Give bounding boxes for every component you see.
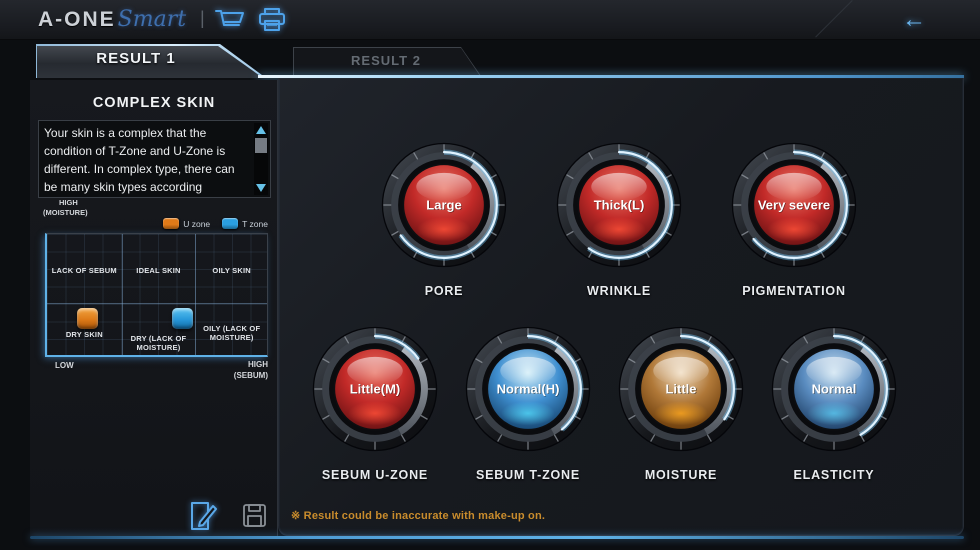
gauge-dial-pore[interactable]: LargeLarge — [379, 140, 509, 275]
description-scrollbar[interactable] — [254, 123, 268, 195]
bottom-accent-line — [30, 536, 964, 539]
chart-cell-label: IDEAL SKIN — [122, 266, 196, 275]
logo-text-script: Smart — [118, 7, 186, 32]
cart-icon[interactable] — [214, 7, 246, 33]
scrollbar-thumb[interactable] — [255, 138, 267, 153]
gauge-label-wrinkle: WRINKLE — [587, 284, 651, 298]
gauge-dial-elasticity[interactable]: NormalNormal — [769, 324, 899, 459]
makeup-disclaimer: ※ Result could be inaccurate with make-u… — [291, 509, 545, 522]
gauge-label-sebum-t-zone: SEBUM T-ZONE — [476, 468, 580, 482]
chart-cell-label: LACK OF SEBUM — [47, 266, 122, 275]
gauge-sebum-t-zone: Normal(H)Normal(H) SEBUM T-ZONE — [463, 324, 593, 482]
gauge-sebum-u-zone: Little(M)Little(M) SEBUM U-ZONE — [310, 324, 440, 482]
chart-legend: U zone T zone — [30, 218, 268, 229]
gauge-label-moisture: MOISTURE — [645, 468, 717, 482]
gauge-label-elasticity: ELASTICITY — [794, 468, 875, 482]
legend-label: T zone — [242, 219, 268, 229]
tab-result-2-label[interactable]: RESULT 2 — [293, 53, 479, 68]
gauge-label-pore: PORE — [425, 284, 464, 298]
gauge-dial-sebum-t-zone[interactable]: Normal(H)Normal(H) — [463, 324, 593, 459]
printer-icon[interactable] — [256, 7, 288, 33]
logo-text-primary: A-ONE — [38, 8, 116, 32]
gauge-dial-moisture[interactable]: LittleLittle — [616, 324, 746, 459]
y-axis-label: HIGH (MOISTURE) — [43, 198, 88, 218]
gauge-wrinkle: Thick(L)Thick(L) WRINKLE — [554, 140, 684, 298]
edit-note-icon[interactable] — [188, 500, 218, 532]
app-logo: A-ONE Smart — [38, 7, 186, 32]
svg-text:Little(M): Little(M) — [350, 381, 401, 396]
chart-cell-label: DRY (LACK OF MOISTURE) — [122, 334, 196, 352]
gauge-label-sebum-u-zone: SEBUM U-ZONE — [322, 468, 428, 482]
gauge-results-panel: LargeLarge PORE Thick(L)Thick(L) WRINKLE Ver… — [278, 78, 964, 536]
save-icon[interactable] — [242, 503, 267, 528]
scroll-up-icon[interactable] — [255, 124, 267, 136]
y-axis-high: HIGH — [43, 198, 88, 208]
svg-text:Thick(L): Thick(L) — [594, 197, 645, 212]
gauge-pore: LargeLarge PORE — [379, 140, 509, 298]
u-zone-marker — [77, 308, 98, 329]
grid-divider — [47, 303, 267, 304]
y-axis-unit: (MOISTURE) — [43, 208, 88, 218]
left-panel-toolbar — [30, 500, 278, 536]
x-axis-low: LOW — [55, 361, 74, 370]
svg-text:Normal(H): Normal(H) — [497, 381, 560, 396]
skin-type-chart: LACK OF SEBUMIDEAL SKINOILY SKIN DRY SKIN… — [45, 233, 268, 357]
legend-swatch-icon — [163, 218, 179, 229]
gauge-label-pigmentation: PIGMENTATION — [742, 284, 846, 298]
result-summary-panel: COMPLEX SKIN Your skin is a complex that… — [30, 80, 278, 536]
svg-text:Little: Little — [665, 381, 696, 396]
legend-item-t-zone: T zone — [222, 218, 268, 229]
gauge-elasticity: NormalNormal ELASTICITY — [769, 324, 899, 482]
gauge-row-bottom: Little(M)Little(M)SEBUM U-ZONENormal(H)N… — [279, 324, 899, 482]
legend-label: U zone — [183, 219, 210, 229]
gauge-pigmentation: Very severeVery severe PIGMENTATION — [729, 140, 859, 298]
gauge-dial-wrinkle[interactable]: Thick(L)Thick(L) — [554, 140, 684, 275]
chart-cell-label: OILY (LACK OF MOISTURE) — [195, 324, 268, 342]
legend-item-u-zone: U zone — [163, 218, 210, 229]
header-diagonal-decoration — [815, 0, 852, 37]
tab-result-1-label[interactable]: RESULT 1 — [36, 50, 236, 67]
skin-description-box[interactable]: Your skin is a complex that the conditio… — [38, 120, 271, 198]
x-axis-high: HIGH(SEBUM) — [198, 359, 268, 381]
scroll-down-icon[interactable] — [255, 182, 267, 194]
legend-swatch-icon — [222, 218, 238, 229]
svg-text:Large: Large — [426, 197, 461, 212]
t-zone-marker — [172, 308, 193, 329]
back-arrow-icon[interactable]: ← — [902, 6, 926, 34]
top-bar: A-ONE Smart | ← — [0, 0, 980, 40]
svg-text:Normal: Normal — [812, 381, 857, 396]
skin-description-text: Your skin is a complex that the conditio… — [44, 124, 247, 196]
chart-cell-label: DRY SKIN — [47, 330, 122, 339]
gauge-dial-pigmentation[interactable]: Very severeVery severe — [729, 140, 859, 275]
gauge-dial-sebum-u-zone[interactable]: Little(M)Little(M) — [310, 324, 440, 459]
chart-cell-label: OILY SKIN — [195, 266, 268, 275]
header-divider: | — [200, 8, 205, 29]
svg-text:Very severe: Very severe — [758, 197, 830, 212]
gauge-moisture: LittleLittle MOISTURE — [616, 324, 746, 482]
skin-type-title: COMPLEX SKIN — [30, 95, 278, 111]
gauge-row-top: LargeLarge PORE Thick(L)Thick(L) WRINKLE Ver… — [279, 140, 859, 298]
